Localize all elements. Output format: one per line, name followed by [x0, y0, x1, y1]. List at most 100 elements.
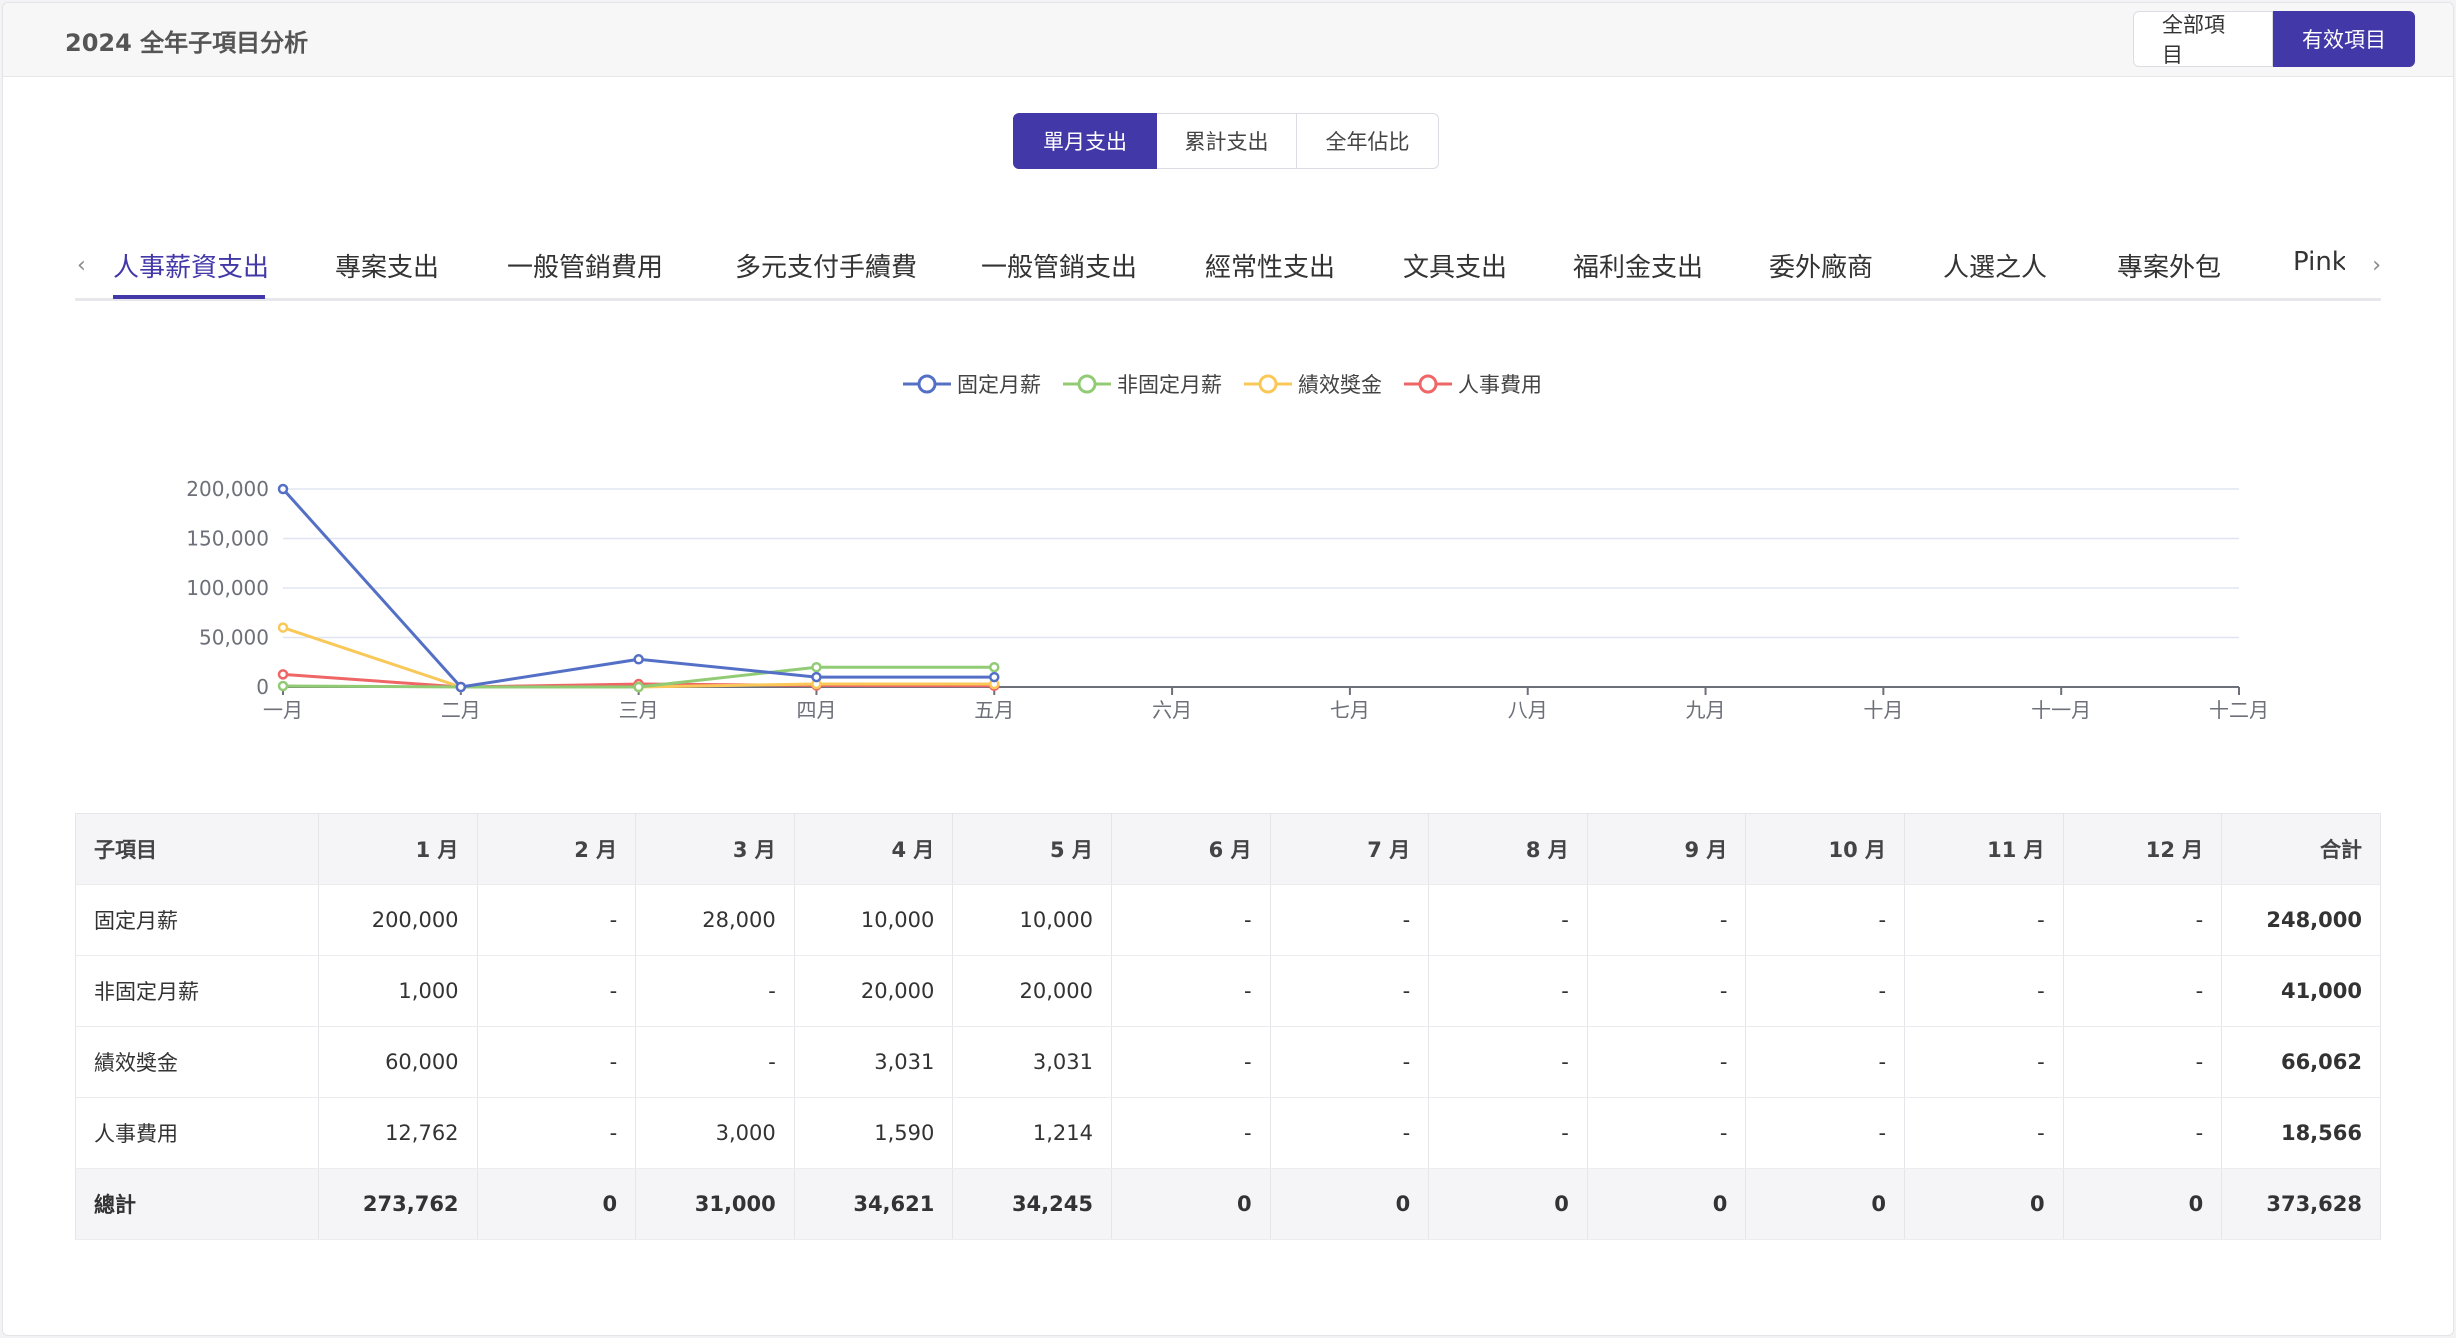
table-cell: - [1270, 884, 1430, 956]
column-header: 7 月 [1270, 813, 1430, 885]
y-tick-label: 0 [256, 675, 269, 699]
legend-item[interactable]: 人事費用 [1404, 369, 1542, 399]
tab-strip: 人事薪資支出 專案支出 一般管銷費用 多元支付手續費 一般管銷支出 經常性支出 文具支出 福利… [113, 229, 2345, 301]
x-tick-label: 九月 [1686, 698, 1726, 722]
x-tick-label: 十月 [1863, 698, 1903, 722]
table-cell: - [1745, 1026, 1906, 1098]
table-cell: - [635, 1026, 795, 1098]
column-header: 合計 [2221, 813, 2381, 885]
x-tick-label: 三月 [619, 698, 659, 722]
legend-item[interactable]: 績效獎金 [1244, 369, 1382, 399]
table-cell: - [2063, 884, 2223, 956]
table-cell: 12,762 [318, 1097, 478, 1169]
table-cell: - [1745, 1097, 1906, 1169]
legend-swatch-icon [1404, 374, 1452, 394]
tab-item[interactable]: 人事薪資支出 [113, 247, 269, 284]
column-header: 5 月 [952, 813, 1112, 885]
total-cell: 373,628 [2221, 1168, 2381, 1240]
data-point [277, 680, 289, 692]
tab-item[interactable]: 專案支出 [335, 247, 439, 284]
card-header: 2024 全年子項目分析 全部項目 有效項目 [3, 3, 2453, 77]
tab-item[interactable]: 委外廠商 [1769, 247, 1873, 284]
table-cell: - [1587, 1026, 1747, 1098]
x-tick-label: 八月 [1508, 698, 1548, 722]
table-cell: - [1270, 1026, 1430, 1098]
table-cell: - [1745, 884, 1906, 956]
x-tick-label: 二月 [441, 698, 481, 722]
tabs-next-icon[interactable]: › [2372, 253, 2381, 278]
total-cell: 34,245 [952, 1168, 1112, 1240]
table-cell: - [1428, 1026, 1588, 1098]
legend-label: 績效獎金 [1298, 373, 1382, 397]
table-row: 績效獎金 60,000- -3,031 3,031- - - - - - -66,062 [75, 1026, 2381, 1098]
y-tick-label: 150,000 [186, 527, 269, 551]
legend-label: 人事費用 [1458, 373, 1542, 397]
legend-swatch-icon [1063, 374, 1111, 394]
x-tick-label: 十一月 [2031, 698, 2091, 722]
tab-item[interactable]: 一般管銷支出 [981, 247, 1137, 284]
tab-item[interactable]: 經常性支出 [1205, 247, 1335, 284]
x-tick-label: 五月 [974, 698, 1014, 722]
total-cell: 0 [1904, 1168, 2064, 1240]
chart-legend: 固定月薪 非固定月薪 績效獎金 人事費用 [903, 369, 1564, 399]
total-cell: 總計 [75, 1168, 319, 1240]
table-cell: 20,000 [794, 955, 954, 1027]
tabs-prev-icon[interactable]: ‹ [77, 253, 86, 278]
tab-item[interactable]: 專案外包 [2117, 247, 2221, 284]
active-tab-indicator [113, 295, 265, 299]
tab-item[interactable]: 人選之人 [1943, 247, 2047, 284]
all-items-button[interactable]: 全部項目 [2133, 11, 2273, 67]
column-header: 2 月 [477, 813, 637, 885]
legend-item[interactable]: 固定月薪 [903, 369, 1041, 399]
annual-ratio-button[interactable]: 全年佔比 [1297, 113, 1439, 169]
cumulative-expense-button[interactable]: 累計支出 [1157, 113, 1297, 169]
y-tick-label: 200,000 [186, 477, 269, 501]
table-cell: - [1587, 955, 1747, 1027]
data-point [277, 622, 289, 633]
table-cell: 人事費用 [75, 1097, 319, 1169]
table-cell: - [477, 1026, 637, 1098]
table-cell: - [2063, 1026, 2223, 1098]
tab-item[interactable]: 文具支出 [1403, 247, 1507, 284]
table-header-row: 子項目 1 月2 月3 月4 月5 月6 月7 月8 月9 月 10 月 11 月 12… [75, 813, 2381, 885]
monthly-expense-button[interactable]: 單月支出 [1013, 113, 1157, 169]
table-cell: 3,000 [635, 1097, 795, 1169]
category-tabs: ‹ 人事薪資支出 專案支出 一般管銷費用 多元支付手續費 一般管銷支出 經常性支出 文具支出… [75, 229, 2381, 301]
table-cell: - [1111, 955, 1271, 1027]
total-cell: 0 [2063, 1168, 2223, 1240]
data-point [633, 681, 644, 693]
column-header: 9 月 [1587, 813, 1747, 885]
table-cell: 28,000 [635, 884, 795, 956]
page-title: 2024 全年子項目分析 [65, 29, 309, 57]
table-cell: - [1428, 1097, 1588, 1169]
table-cell: 10,000 [794, 884, 954, 956]
table-cell: - [477, 955, 637, 1027]
table-cell: 1,590 [794, 1097, 954, 1169]
data-point [455, 681, 467, 693]
table-cell: - [1904, 884, 2064, 956]
tab-item[interactable]: 福利金支出 [1573, 247, 1703, 284]
tab-item[interactable]: 多元支付手續費 [735, 247, 917, 284]
table-cell: 固定月薪 [75, 884, 319, 956]
table-cell: - [2063, 955, 2223, 1027]
total-row: 總計 273,762 0 31,000 34,621 34,245 0 0 0 0 0 0 0 373,6… [75, 1168, 2381, 1240]
analysis-card: 2024 全年子項目分析 全部項目 有效項目 單月支出 累計支出 全年佔比 ‹ … [2, 2, 2454, 1336]
table-cell: 10,000 [952, 884, 1112, 956]
active-items-button[interactable]: 有效項目 [2273, 11, 2415, 67]
data-point [277, 483, 289, 495]
table-cell: 1,000 [318, 955, 478, 1027]
tab-item[interactable]: Pinkoi [2293, 247, 2345, 277]
table-cell: 248,000 [2221, 884, 2381, 956]
table-cell: - [1904, 955, 2064, 1027]
data-point [811, 661, 822, 673]
table-cell: - [1111, 884, 1271, 956]
x-tick-label: 一月 [263, 698, 303, 722]
table-cell: - [1587, 1097, 1747, 1169]
legend-item[interactable]: 非固定月薪 [1063, 369, 1222, 399]
tab-item[interactable]: 一般管銷費用 [507, 247, 663, 284]
table-cell: - [635, 955, 795, 1027]
total-cell: 0 [1587, 1168, 1747, 1240]
column-header: 8 月 [1428, 813, 1588, 885]
data-point [633, 654, 644, 665]
total-cell: 0 [1428, 1168, 1588, 1240]
